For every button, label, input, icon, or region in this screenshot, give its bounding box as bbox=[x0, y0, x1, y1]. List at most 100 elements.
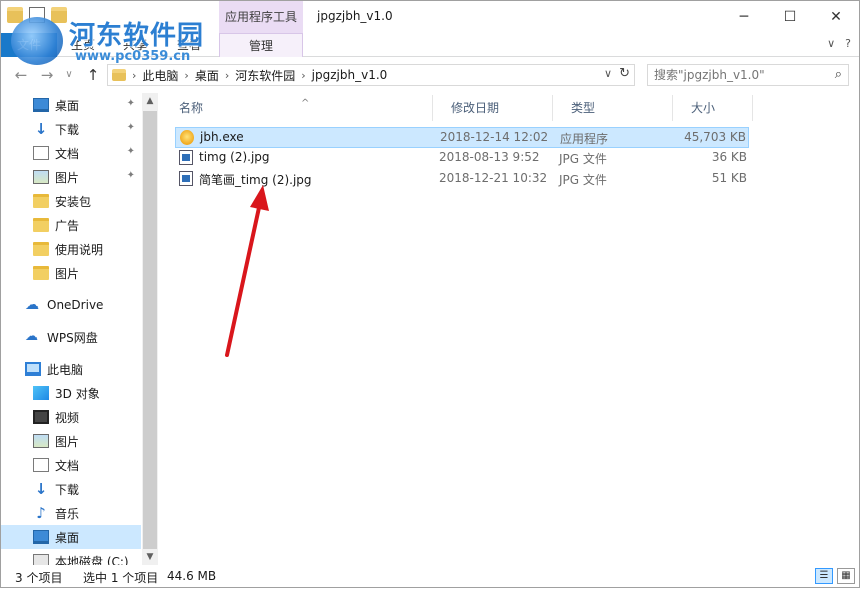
file-name: 简笔画_timg (2).jpg bbox=[199, 173, 312, 187]
column-header-size[interactable]: 大小 bbox=[673, 95, 753, 121]
address-dropdown-icon[interactable]: ∨ bbox=[604, 67, 612, 80]
navigation-bar: ← → ∨ ↑ › 此电脑 › 桌面 › 河东软件园 › jpgzjbh_v1.… bbox=[1, 61, 859, 89]
column-header-type[interactable]: 类型 bbox=[553, 95, 673, 121]
computer-icon bbox=[25, 362, 41, 376]
minimize-button[interactable]: ─ bbox=[721, 1, 767, 33]
folder-icon bbox=[33, 218, 49, 232]
refresh-icon[interactable]: ↻ bbox=[619, 66, 630, 81]
sidebar-item-pictures[interactable]: 图片 ✦ bbox=[1, 165, 141, 189]
sidebar-item-desktop[interactable]: 桌面 ✦ bbox=[1, 93, 141, 117]
breadcrumb-separator: › bbox=[224, 68, 230, 82]
sidebar-item-instructions[interactable]: 使用说明 bbox=[1, 237, 141, 261]
scroll-up-icon[interactable]: ▲ bbox=[142, 93, 158, 109]
recent-locations-button[interactable]: ∨ bbox=[59, 65, 79, 85]
search-box[interactable]: ⌕ bbox=[647, 64, 849, 86]
file-date: 2018-12-14 12:02 bbox=[440, 130, 549, 144]
videos-icon bbox=[33, 410, 49, 424]
pin-icon[interactable]: ✦ bbox=[127, 98, 135, 109]
sidebar-item-ads[interactable]: 广告 bbox=[1, 213, 141, 237]
navigation-pane: 桌面 ✦ ↓ 下载 ✦ 文档 ✦ 图片 ✦ 安装包 广告 使用说明 图片 ☁ O… bbox=[1, 93, 159, 565]
sidebar-item-installers[interactable]: 安装包 bbox=[1, 189, 141, 213]
tab-file[interactable]: 文件 bbox=[1, 33, 57, 57]
sidebar-item-pc-downloads[interactable]: ↓ 下载 bbox=[1, 477, 141, 501]
pictures-icon bbox=[33, 170, 49, 184]
search-icon[interactable]: ⌕ bbox=[835, 67, 842, 82]
file-row[interactable]: 简笔画_timg (2).jpg 2018-12-21 10:32 JPG 文件… bbox=[175, 169, 749, 190]
sidebar-item-3d-objects[interactable]: 3D 对象 bbox=[1, 381, 141, 405]
sidebar-item-label: 文档 bbox=[55, 146, 80, 161]
window-title: jpgzjbh_v1.0 bbox=[317, 9, 393, 23]
tab-share[interactable]: 共享 bbox=[113, 33, 157, 57]
pin-icon[interactable]: ✦ bbox=[127, 146, 135, 157]
breadcrumb-this-pc[interactable]: 此电脑 bbox=[142, 67, 178, 84]
sidebar-item-this-pc[interactable]: 此电脑 bbox=[1, 357, 141, 381]
tab-manage[interactable]: 管理 bbox=[219, 33, 303, 57]
sidebar-item-label: 音乐 bbox=[55, 506, 80, 521]
breadcrumb-hedong[interactable]: 河东软件园 bbox=[235, 67, 295, 84]
explorer-window: 应用程序工具 jpgzjbh_v1.0 ─ ☐ ✕ 文件 主页 共享 查看 管理… bbox=[0, 0, 860, 588]
sidebar-item-label: 视频 bbox=[55, 410, 80, 425]
folder-icon[interactable] bbox=[7, 7, 23, 23]
desktop-icon bbox=[33, 530, 49, 544]
sidebar-item-videos[interactable]: 视频 bbox=[1, 405, 141, 429]
sidebar-item-wps[interactable]: ☁ WPS网盘 bbox=[1, 325, 141, 349]
pin-icon[interactable]: ✦ bbox=[127, 122, 135, 133]
sidebar-item-downloads[interactable]: ↓ 下载 ✦ bbox=[1, 117, 141, 141]
breadcrumb-separator: › bbox=[301, 68, 306, 82]
status-bar: 3 个项目 选中 1 个项目 44.6 MB ☰ ▦ bbox=[1, 565, 859, 587]
search-input[interactable] bbox=[654, 65, 824, 85]
sidebar-item-pc-documents[interactable]: 文档 bbox=[1, 453, 141, 477]
sidebar-item-documents[interactable]: 文档 ✦ bbox=[1, 141, 141, 165]
column-header-date[interactable]: 修改日期 bbox=[433, 95, 553, 121]
back-button[interactable]: ← bbox=[11, 65, 31, 85]
breadcrumb-current-folder[interactable]: jpgzjbh_v1.0 bbox=[312, 68, 388, 82]
application-tools-context-tab: 应用程序工具 bbox=[219, 1, 303, 33]
file-row[interactable]: jbh.exe 2018-12-14 12:02 应用程序 45,703 KB bbox=[175, 127, 749, 148]
new-folder-icon[interactable] bbox=[51, 7, 67, 23]
tab-view[interactable]: 查看 bbox=[167, 33, 211, 57]
documents-icon bbox=[33, 458, 49, 472]
folder-icon bbox=[33, 242, 49, 256]
file-type: JPG 文件 bbox=[559, 152, 607, 166]
sidebar-item-label: 桌面 bbox=[55, 98, 80, 113]
sidebar-item-pictures-folder[interactable]: 图片 bbox=[1, 261, 141, 285]
address-bar[interactable]: › 此电脑 › 桌面 › 河东软件园 › jpgzjbh_v1.0 ∨ ↻ bbox=[107, 64, 635, 86]
help-icon[interactable]: ? bbox=[845, 37, 851, 50]
pictures-icon bbox=[33, 434, 49, 448]
close-button[interactable]: ✕ bbox=[813, 1, 859, 33]
up-button[interactable]: ↑ bbox=[83, 65, 103, 85]
sidebar-item-onedrive[interactable]: ☁ OneDrive bbox=[1, 293, 141, 317]
wps-cloud-icon: ☁ bbox=[25, 329, 38, 344]
tab-home[interactable]: 主页 bbox=[61, 33, 105, 57]
folder-icon bbox=[33, 266, 49, 280]
column-header-name[interactable]: 名称 ^ bbox=[161, 95, 433, 121]
sidebar-item-music[interactable]: ♪ 音乐 bbox=[1, 501, 141, 525]
sidebar-item-label: 安装包 bbox=[55, 194, 92, 209]
exe-icon bbox=[180, 130, 194, 145]
properties-icon[interactable] bbox=[29, 7, 45, 23]
ribbon-collapse-icon[interactable]: ∨ bbox=[827, 37, 835, 50]
sidebar-item-pc-pictures[interactable]: 图片 bbox=[1, 429, 141, 453]
item-count: 3 个项目 bbox=[15, 571, 63, 585]
large-icons-view-icon[interactable]: ▦ bbox=[837, 568, 855, 584]
sidebar-item-local-disk-c[interactable]: 本地磁盘 (C:) bbox=[1, 549, 141, 565]
breadcrumb-desktop[interactable]: 桌面 bbox=[195, 67, 219, 84]
scroll-down-icon[interactable]: ▼ bbox=[142, 549, 158, 565]
sidebar-scrollbar[interactable]: ▲ ▼ bbox=[142, 93, 158, 565]
file-row[interactable]: timg (2).jpg 2018-08-13 9:52 JPG 文件 36 K… bbox=[175, 148, 749, 169]
pin-icon[interactable]: ✦ bbox=[127, 170, 135, 181]
3d-objects-icon bbox=[33, 386, 49, 400]
file-size: 51 KB bbox=[711, 171, 747, 185]
jpg-icon bbox=[179, 171, 193, 186]
details-view-icon[interactable]: ☰ bbox=[815, 568, 833, 584]
sidebar-item-pc-desktop[interactable]: 桌面 bbox=[1, 525, 141, 549]
forward-button[interactable]: → bbox=[37, 65, 57, 85]
selection-count: 选中 1 个项目 bbox=[83, 571, 159, 585]
sidebar-item-label: 桌面 bbox=[55, 530, 80, 545]
file-date: 2018-08-13 9:52 bbox=[439, 150, 540, 164]
scrollbar-thumb[interactable] bbox=[143, 111, 157, 549]
file-type: JPG 文件 bbox=[559, 173, 607, 187]
file-name: timg (2).jpg bbox=[199, 150, 270, 164]
maximize-button[interactable]: ☐ bbox=[767, 1, 813, 33]
file-size: 36 KB bbox=[711, 150, 747, 164]
